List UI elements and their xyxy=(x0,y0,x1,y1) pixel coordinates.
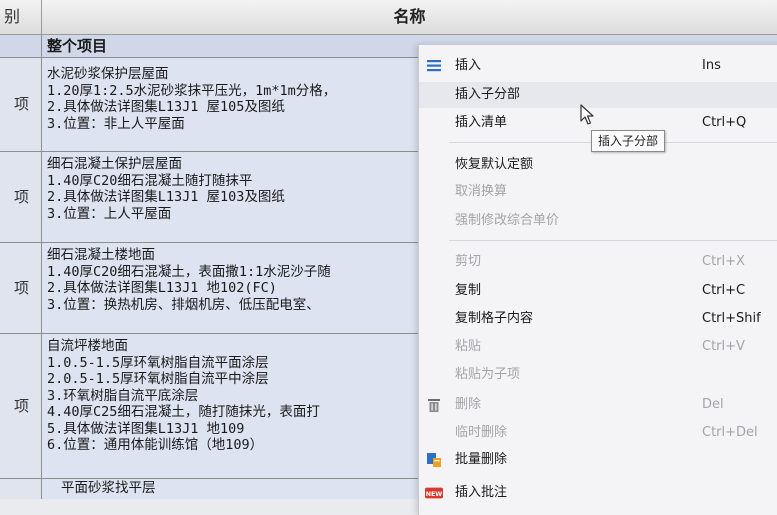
row-type-cell xyxy=(0,479,42,499)
menu-item-shortcut: Ctrl+Del xyxy=(702,425,758,440)
menu-item-label: 取消换算 xyxy=(455,184,508,199)
row-type-cell: 项 xyxy=(0,152,42,242)
menu-item-label: 强制修改综合单价 xyxy=(455,213,560,228)
menu-item-restore-default-quota[interactable]: 恢复默认定额 xyxy=(419,152,777,178)
menu-item-copy[interactable]: 复制 Ctrl+C xyxy=(419,278,777,304)
menu-item-label: 批量删除 xyxy=(455,452,508,467)
menu-item-force-modify-unit-price[interactable]: 强制修改综合单价 xyxy=(419,208,777,234)
menu-item-temporary-delete[interactable]: 临时删除 Ctrl+Del xyxy=(419,420,777,446)
menu-item-insert-subsection[interactable]: 插入子分部 xyxy=(419,82,777,108)
menu-item-label: 插入清单 xyxy=(455,115,508,130)
menu-item-shortcut: Ctrl+C xyxy=(702,283,746,298)
row-type-cell: 项 xyxy=(0,58,42,151)
insert-rows-icon xyxy=(427,60,441,72)
new-note-icon: NEW xyxy=(425,487,443,499)
menu-item-delete[interactable]: 删除 Del xyxy=(419,392,777,418)
menu-item-cancel-conversion[interactable]: 取消换算 xyxy=(419,179,777,205)
row-type-cell: 项 xyxy=(0,243,42,333)
menu-item-label: 剪切 xyxy=(455,254,482,269)
menu-item-paste[interactable]: 粘贴 Ctrl+V xyxy=(419,334,777,360)
menu-item-label: 插入子分部 xyxy=(455,87,521,102)
menu-item-label: 插入 xyxy=(455,58,482,73)
menu-item-insert[interactable]: 插入 Ins xyxy=(419,53,777,79)
table-header: 别 名称 xyxy=(0,0,777,35)
menu-item-paste-as-child[interactable]: 粘贴为子项 xyxy=(419,362,777,388)
svg-text:NEW: NEW xyxy=(426,491,443,498)
context-menu: 插入 Ins 插入子分部 插入清单 Ctrl+Q 恢复默认定额 取消换算 强制修… xyxy=(418,45,777,515)
menu-item-label: 粘贴为子项 xyxy=(455,367,521,382)
menu-item-insert-note[interactable]: NEW 插入批注 xyxy=(419,480,777,506)
menu-item-label: 恢复默认定额 xyxy=(455,157,534,172)
tooltip: 插入子分部 xyxy=(591,130,666,152)
menu-item-label: 复制 xyxy=(455,283,482,298)
header-name-column[interactable]: 名称 xyxy=(42,0,777,34)
menu-item-label: 粘贴 xyxy=(455,339,482,354)
menu-item-shortcut: Ins xyxy=(702,58,721,73)
menu-item-shortcut: Ctrl+Q xyxy=(702,115,747,130)
menu-separator xyxy=(449,240,777,241)
header-type-column[interactable]: 别 xyxy=(0,0,42,34)
menu-item-label: 临时删除 xyxy=(455,425,508,440)
row-type-cell: 项 xyxy=(0,334,42,478)
menu-item-batch-delete[interactable]: 批量删除 xyxy=(419,447,777,473)
menu-item-cut[interactable]: 剪切 Ctrl+X xyxy=(419,249,777,275)
menu-item-shortcut: Ctrl+X xyxy=(702,254,745,269)
batch-delete-icon xyxy=(427,453,441,467)
mouse-cursor-icon xyxy=(580,104,594,125)
menu-item-label: 插入批注 xyxy=(455,485,508,500)
menu-item-shortcut: Ctrl+V xyxy=(702,339,745,354)
menu-item-shortcut: Ctrl+Shif xyxy=(702,311,761,326)
menu-item-label: 删除 xyxy=(455,397,482,412)
menu-item-shortcut: Del xyxy=(702,397,724,412)
menu-item-copy-cell-content[interactable]: 复制格子内容 Ctrl+Shif xyxy=(419,306,777,332)
menu-item-label: 复制格子内容 xyxy=(455,311,534,326)
trash-icon xyxy=(428,399,440,412)
row-type-cell xyxy=(0,35,42,57)
